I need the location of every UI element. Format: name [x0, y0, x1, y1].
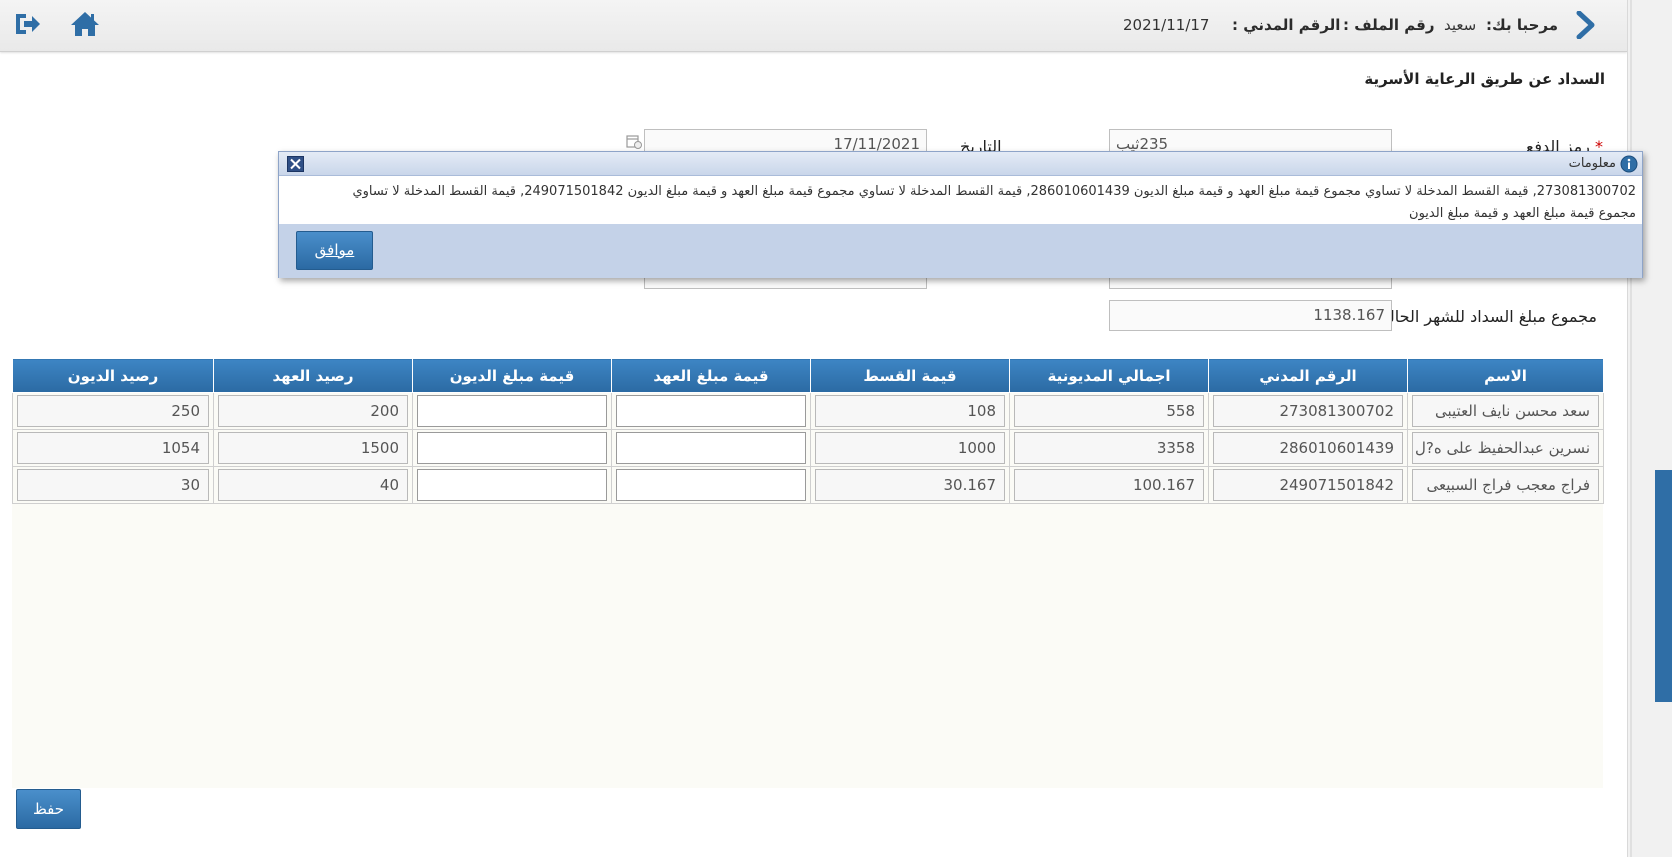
row-total-debt: 3358	[1014, 432, 1204, 464]
info-dialog: معلومات 273081300702, قيمة القسط المدخلة…	[278, 151, 1643, 278]
row-custody-balance: 1500	[218, 432, 408, 464]
welcome-user-name: سعيد	[1444, 16, 1477, 34]
row-installment: 1000	[815, 432, 1005, 464]
row-custody-amount-input[interactable]	[616, 432, 806, 464]
table-row: نسرين عبدالحفيظ على ه?ل 286010601439 335…	[12, 429, 1604, 467]
row-total-debt: 100.167	[1014, 469, 1204, 501]
page-title: السداد عن طريق الرعاية الأسرية	[1364, 70, 1605, 88]
row-civil-id: 249071501842	[1213, 469, 1403, 501]
info-icon	[1620, 155, 1638, 173]
dialog-title: معلومات	[1568, 156, 1616, 171]
col-header-debt-balance[interactable]: رصيد الديون	[12, 358, 214, 393]
file-number-label: رقم الملف :	[1343, 16, 1435, 34]
row-installment: 30.167	[815, 469, 1005, 501]
col-header-total-debt[interactable]: اجمالي المديونية	[1009, 358, 1209, 393]
close-icon[interactable]	[287, 156, 304, 172]
page-scrollbar-track[interactable]	[1627, 0, 1672, 857]
dialog-message: 273081300702, قيمة القسط المدخلة لا تساو…	[352, 184, 1636, 221]
row-debt-amount-input[interactable]	[417, 469, 607, 501]
dialog-title-bar: معلومات	[279, 152, 1642, 176]
row-civil-id: 273081300702	[1213, 395, 1403, 427]
col-header-debt-amount[interactable]: قيمة مبلغ الديون	[412, 358, 612, 393]
row-debt-balance: 1054	[17, 432, 209, 464]
col-header-custody-balance[interactable]: رصيد العهد	[213, 358, 413, 393]
page-scrollbar-thumb[interactable]	[1655, 470, 1672, 702]
col-header-custody-amount[interactable]: قيمة مبلغ العهد	[611, 358, 811, 393]
row-name: نسرين عبدالحفيظ على ه?ل	[1412, 432, 1599, 464]
grid-header-row: الاسم الرقم المدني اجمالي المديونية قيمة…	[12, 358, 1604, 393]
row-custody-amount-input[interactable]	[616, 469, 806, 501]
row-civil-id: 286010601439	[1213, 432, 1403, 464]
row-debt-amount-input[interactable]	[417, 432, 607, 464]
col-header-name[interactable]: الاسم	[1407, 358, 1604, 393]
col-header-civil-id[interactable]: الرقم المدني	[1208, 358, 1408, 393]
table-row: فراج معجب فراج السبيعى 249071501842 100.…	[12, 466, 1604, 504]
back-chevron-icon[interactable]	[1573, 11, 1597, 39]
dialog-footer: موافق	[279, 224, 1642, 278]
row-custody-balance: 40	[218, 469, 408, 501]
row-total-debt: 558	[1014, 395, 1204, 427]
row-name: فراج معجب فراج السبيعى	[1412, 469, 1599, 501]
welcome-label: مرحبا بك:	[1486, 16, 1559, 34]
row-custody-balance: 200	[218, 395, 408, 427]
monthly-total-input: 1138.167	[1109, 300, 1392, 331]
header-date: 2021/11/17	[1123, 16, 1210, 34]
row-debt-balance: 30	[17, 469, 209, 501]
logout-icon[interactable]	[12, 11, 42, 37]
row-installment: 108	[815, 395, 1005, 427]
frame-divider	[1630, 0, 1632, 857]
ok-button[interactable]: موافق	[296, 231, 373, 270]
members-grid: الاسم الرقم المدني اجمالي المديونية قيمة…	[12, 358, 1604, 504]
row-custody-amount-input[interactable]	[616, 395, 806, 427]
table-row: سعد محسن نايف العتيبى 273081300702 558 1…	[12, 392, 1604, 430]
monthly-total-label: مجموع مبلغ السداد للشهر الحالي	[1376, 307, 1597, 326]
home-icon[interactable]	[70, 10, 100, 38]
row-debt-balance: 250	[17, 395, 209, 427]
row-debt-amount-input[interactable]	[417, 395, 607, 427]
save-button[interactable]: حفظ	[16, 789, 81, 829]
top-bar: 2021/11/17 الرقم المدني : رقم الملف : سع…	[0, 0, 1627, 52]
col-header-installment[interactable]: قيمة القسط	[810, 358, 1010, 393]
calendar-icon[interactable]	[626, 133, 642, 149]
row-name: سعد محسن نايف العتيبى	[1412, 395, 1599, 427]
civil-id-label: الرقم المدني :	[1232, 16, 1341, 34]
